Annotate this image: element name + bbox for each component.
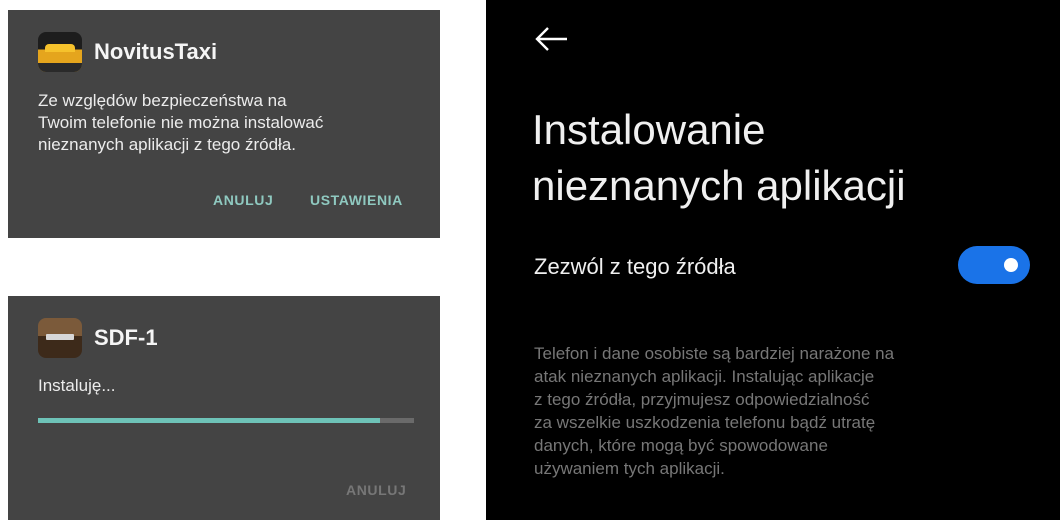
installing-status: Instaluję... bbox=[38, 376, 116, 395]
page-title: Instalowanie nieznanych aplikacji bbox=[532, 102, 906, 214]
warning-line: z tego źródła, przyjmujesz odpowiedzialn… bbox=[534, 390, 870, 409]
dialog-header: NovitusTaxi bbox=[38, 32, 217, 72]
message-line: nieznanych aplikacji z tego źródła. bbox=[38, 135, 296, 154]
title-line: nieznanych aplikacji bbox=[532, 162, 906, 209]
settings-button[interactable]: USTAWIENIA bbox=[310, 192, 403, 208]
cancel-button[interactable]: ANULUJ bbox=[213, 192, 273, 208]
security-warning: Telefon i dane osobiste są bardziej nara… bbox=[534, 342, 1024, 480]
title-line: Instalowanie bbox=[532, 106, 766, 153]
warning-line: atak nieznanych aplikacji. Instalując ap… bbox=[534, 367, 875, 386]
app-name: NovitusTaxi bbox=[94, 39, 218, 64]
install-progress-bar bbox=[38, 418, 414, 423]
unknown-source-dialog: NovitusTaxi Ze względów bezpieczeństwa n… bbox=[8, 10, 440, 238]
taxi-app-icon bbox=[38, 32, 82, 72]
warning-line: danych, które mogą być spowodowane bbox=[534, 436, 828, 455]
cancel-install-button[interactable]: ANULUJ bbox=[346, 482, 406, 498]
message-line: Twoim telefonie nie można instalować bbox=[38, 113, 324, 132]
install-progress-fill bbox=[38, 418, 381, 423]
warning-line: używaniem tych aplikacji. bbox=[534, 459, 725, 478]
warning-line: Telefon i dane osobiste są bardziej nara… bbox=[534, 344, 895, 363]
sdf-app-icon bbox=[38, 318, 82, 358]
dialog-header: SDF-1 bbox=[38, 318, 158, 358]
warning-line: za wszelkie uszkodzenia telefonu bądź ut… bbox=[534, 413, 876, 432]
allow-source-toggle[interactable] bbox=[958, 246, 1030, 284]
toggle-knob bbox=[1004, 258, 1018, 272]
installing-dialog: SDF-1 Instaluję... ANULUJ bbox=[8, 296, 440, 520]
app-name: SDF-1 bbox=[94, 325, 158, 350]
back-arrow-icon[interactable] bbox=[534, 26, 570, 52]
allow-source-label: Zezwól z tego źródła bbox=[534, 254, 736, 279]
install-unknown-apps-screen: Instalowanie nieznanych aplikacji Zezwól… bbox=[486, 0, 1060, 520]
dialog-message: Ze względów bezpieczeństwa na Twoim tele… bbox=[38, 90, 418, 156]
message-line: Ze względów bezpieczeństwa na bbox=[38, 91, 287, 110]
